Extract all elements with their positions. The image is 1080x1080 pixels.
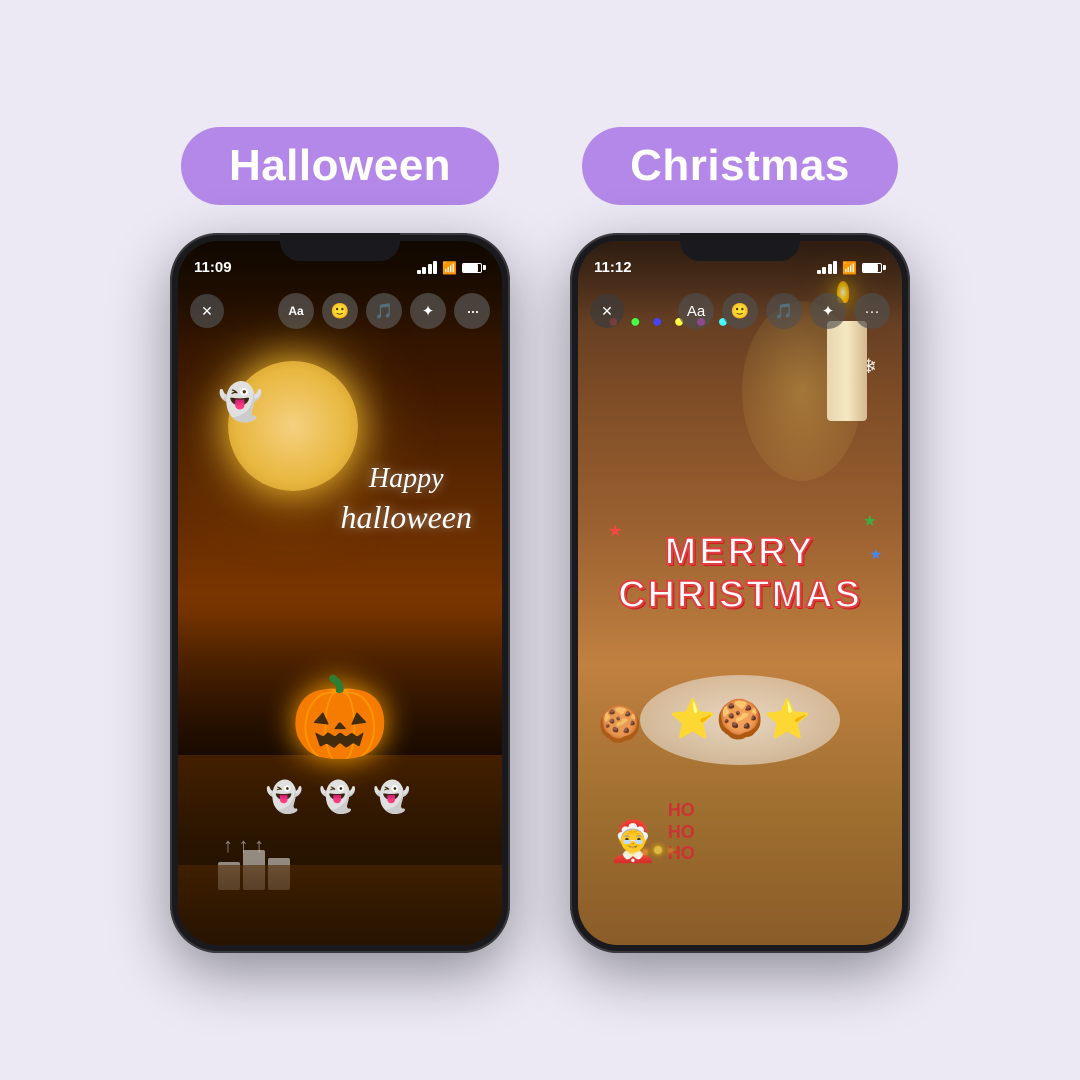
halloween-pumpkin: 🎃 [290,671,390,765]
christmas-tree-cookies: 🍪 [598,704,642,745]
music-button[interactable]: 🎵 [366,293,402,329]
wifi-icon-2: 📶 [842,261,857,275]
christmas-topbar: 11:12 📶 [594,259,886,276]
main-container: Halloween 👻 Happy halloween [0,0,1080,1080]
ho-ho-ho-text: HO HO HO [668,800,695,865]
bokeh-lights [628,846,673,855]
christmas-toolbar: ✕ Aa 🙂 🎵 ✦ ··· [590,293,890,329]
music-button-2[interactable]: 🎵 [766,293,802,329]
christmas-bottom-row: 🤶 HO HO HO [608,800,695,865]
santa-sticker: 🤶 [608,818,658,865]
halloween-water-reflection [178,865,502,945]
star-left: ★ [608,521,622,541]
halloween-topbar: 11:09 📶 [194,259,486,276]
halloween-toolbar: ✕ Aa 🙂 🎵 ✦ ··· [190,293,490,329]
christmas-background: ● ● ● ● ● ● ❄ ❄ [578,241,902,945]
christmas-label: Christmas [582,127,898,205]
halloween-phone: 👻 Happy halloween 🎃 👻 👻 👻 [170,233,510,953]
christmas-phone: ● ● ● ● ● ● ❄ ❄ [570,233,910,953]
christmas-section: Christmas ● ● ● ● ● ● [570,127,910,953]
battery-icon-2 [862,263,886,273]
halloween-status-icons: 📶 [417,261,486,275]
sticker-button[interactable]: 🙂 [322,293,358,329]
star-right-2: ★ [869,546,882,563]
halloween-background: 👻 Happy halloween 🎃 👻 👻 👻 [178,241,502,945]
sticker-button-2[interactable]: 🙂 [722,293,758,329]
battery-icon [462,263,486,273]
wifi-icon: 📶 [442,261,457,275]
close-button[interactable]: ✕ [190,294,224,328]
halloween-section: Halloween 👻 Happy halloween [170,127,510,953]
halloween-greeting-text: Happy halloween [340,461,472,539]
effects-button-2[interactable]: ✦ [810,293,846,329]
halloween-time: 11:09 [194,259,232,276]
halloween-label: Halloween [181,127,499,205]
signal-icon [417,261,438,274]
star-right: ★ [863,511,877,531]
halloween-ghosts-row: 👻 👻 👻 [266,780,415,815]
christmas-screen: ● ● ● ● ● ● ❄ ❄ [578,241,902,945]
text-button[interactable]: Aa [278,293,314,329]
christmas-status-icons: 📶 [817,261,886,275]
close-button-2[interactable]: ✕ [590,294,624,328]
cookie-plate: ⭐🍪⭐ [640,675,840,765]
signal-icon-2 [817,261,838,274]
more-button-2[interactable]: ··· [854,293,890,329]
merry-christmas-text: MERRY CHRISTMAS [610,531,870,617]
halloween-screen: 👻 Happy halloween 🎃 👻 👻 👻 [178,241,502,945]
text-button-2[interactable]: Aa [678,293,714,329]
christmas-time: 11:12 [594,259,632,276]
effects-button[interactable]: ✦ [410,293,446,329]
toolbar-center-buttons: Aa 🙂 🎵 ✦ ··· [278,293,490,329]
more-button[interactable]: ··· [454,293,490,329]
halloween-ghost-sticker: 👻 [218,381,263,423]
toolbar-center-buttons-2: Aa 🙂 🎵 ✦ ··· [678,293,890,329]
